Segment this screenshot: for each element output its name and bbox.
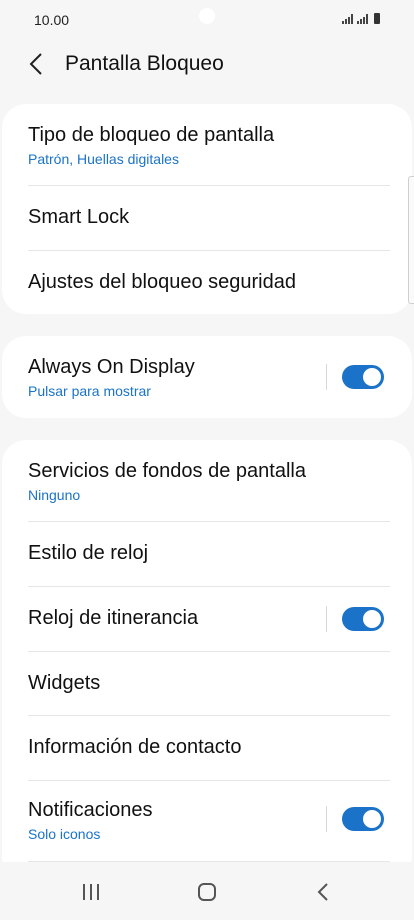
smart-lock-label: Smart Lock bbox=[28, 206, 130, 228]
recent-apps-icon bbox=[83, 884, 99, 900]
chevron-left-icon bbox=[29, 53, 42, 75]
wallpaper-services-label: Servicios de fondos de pantalla bbox=[28, 460, 306, 482]
lock-screen-customization-card: Servicios de fondos de pantalla Ninguno … bbox=[2, 440, 412, 880]
app-header: Pantalla Bloqueo bbox=[0, 40, 414, 88]
secure-lock-settings-item[interactable]: Ajustes del bloqueo seguridad bbox=[2, 251, 412, 314]
front-camera bbox=[199, 8, 215, 24]
home-button[interactable] bbox=[187, 876, 227, 908]
widgets-item[interactable]: Widgets bbox=[2, 652, 412, 715]
notifications-label: Notificaciones bbox=[28, 799, 153, 821]
navigation-bar bbox=[0, 862, 414, 920]
lock-type-item[interactable]: Tipo de bloqueo de pantalla Patrón, Huel… bbox=[2, 104, 412, 186]
back-nav-icon bbox=[317, 883, 328, 901]
contact-info-label: Información de contacto bbox=[28, 736, 242, 758]
always-on-display-label: Always On Display bbox=[28, 356, 195, 378]
scrollbar[interactable] bbox=[408, 176, 414, 304]
back-button[interactable] bbox=[22, 50, 50, 78]
notifications-item[interactable]: Notificaciones Solo iconos bbox=[2, 781, 412, 861]
notifications-sub: Solo iconos bbox=[28, 826, 101, 842]
wallpaper-services-item[interactable]: Servicios de fondos de pantalla Ninguno bbox=[2, 440, 412, 522]
smart-lock-item[interactable]: Smart Lock bbox=[2, 186, 412, 250]
toggle-knob bbox=[363, 810, 381, 828]
contact-info-item[interactable]: Información de contacto bbox=[2, 716, 412, 780]
roaming-clock-toggle[interactable] bbox=[342, 607, 384, 631]
home-icon bbox=[198, 883, 216, 901]
status-icons bbox=[342, 13, 380, 24]
always-on-display-card: Always On Display Pulsar para mostrar bbox=[2, 336, 412, 418]
widgets-label: Widgets bbox=[28, 672, 101, 694]
lock-security-card: Tipo de bloqueo de pantalla Patrón, Huel… bbox=[2, 104, 412, 314]
always-on-display-item[interactable]: Always On Display Pulsar para mostrar bbox=[2, 336, 412, 418]
recent-apps-button[interactable] bbox=[71, 876, 111, 908]
lock-type-label: Tipo de bloqueo de pantalla bbox=[28, 124, 275, 146]
status-time: 10.00 bbox=[34, 12, 70, 28]
lock-type-sub: Patrón, Huellas digitales bbox=[28, 151, 179, 167]
always-on-display-sub: Pulsar para mostrar bbox=[28, 383, 151, 399]
clock-style-label: Estilo de reloj bbox=[28, 542, 149, 564]
secure-lock-settings-label: Ajustes del bloqueo seguridad bbox=[28, 271, 296, 293]
separator bbox=[326, 364, 327, 390]
toggle-knob bbox=[363, 610, 381, 628]
back-nav-button[interactable] bbox=[303, 876, 343, 908]
separator bbox=[326, 606, 327, 632]
notifications-toggle[interactable] bbox=[342, 807, 384, 831]
page-title: Pantalla Bloqueo bbox=[65, 52, 224, 75]
roaming-clock-item[interactable]: Reloj de itinerancia bbox=[2, 587, 412, 651]
always-on-display-toggle[interactable] bbox=[342, 365, 384, 389]
signal-icon bbox=[342, 14, 353, 24]
wallpaper-services-sub: Ninguno bbox=[28, 487, 81, 503]
separator bbox=[326, 806, 327, 832]
toggle-knob bbox=[363, 368, 381, 386]
roaming-clock-label: Reloj de itinerancia bbox=[28, 607, 199, 629]
clock-style-item[interactable]: Estilo de reloj bbox=[2, 522, 412, 586]
signal-icon-2 bbox=[357, 14, 368, 24]
battery-icon bbox=[374, 13, 380, 24]
status-bar: 10.00 bbox=[0, 0, 414, 40]
